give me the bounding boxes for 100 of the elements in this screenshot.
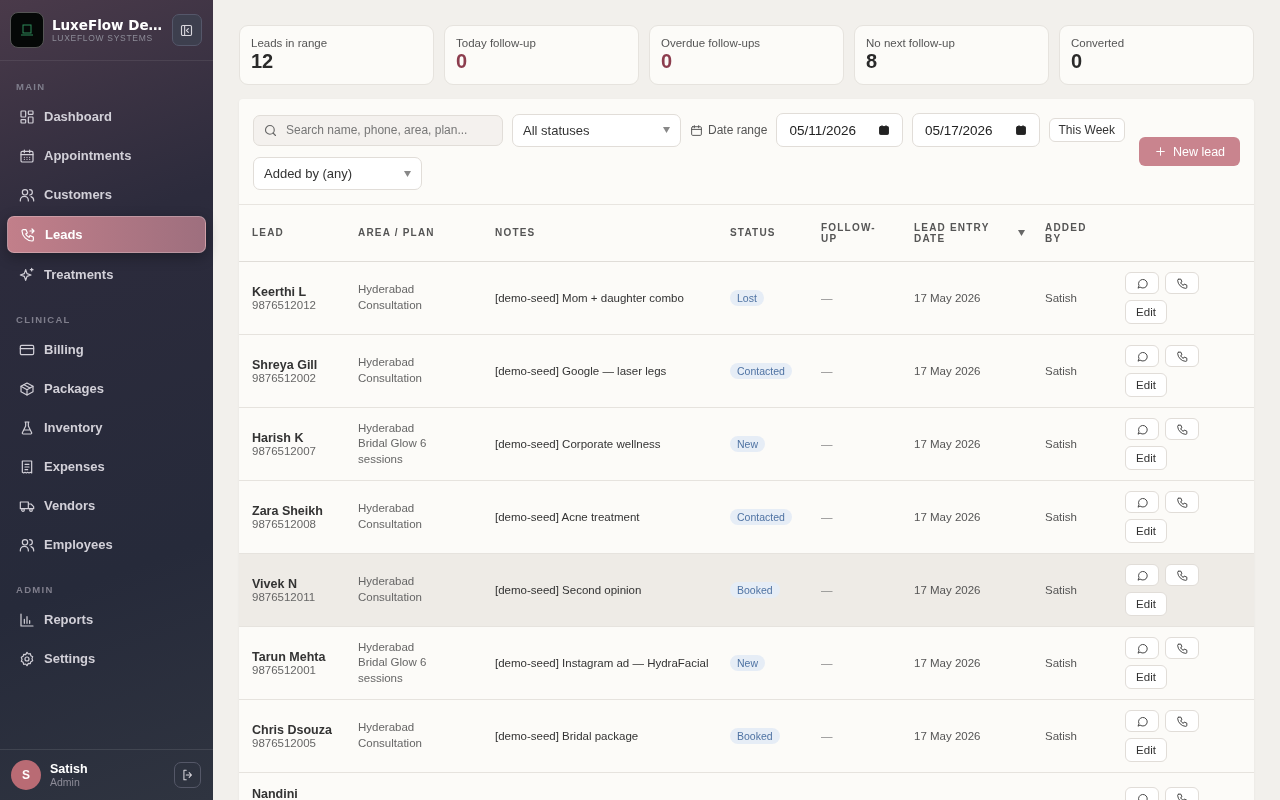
chat-bubble-icon [1135, 349, 1149, 363]
date-field[interactable]: 05/11/2026 [776, 113, 903, 147]
lead-phone: 9876512002 [252, 372, 317, 384]
added-by-dropdown[interactable]: Added by (any) [253, 157, 422, 190]
phone-icon [1175, 568, 1189, 582]
status-badge: Contacted [730, 363, 792, 379]
caret-icon [1018, 230, 1025, 236]
added-by-name: Satish [1045, 365, 1077, 377]
sidebar-item[interactable]: Settings [7, 641, 206, 676]
table-row[interactable]: Tarun Mehta 9876512001 Hyderabad Bridal Glow 6 sessions [demo-seed] Instagram ad — HydraFacial New — 17 May 2026 Satish Edit [239, 627, 1254, 700]
phone-icon [20, 226, 36, 243]
logout-button[interactable] [174, 762, 201, 788]
status-badge: New [730, 655, 765, 671]
edit-button[interactable]: Edit [1125, 592, 1167, 616]
section-heading: CLINICAL [15, 313, 72, 327]
sidebar-item[interactable]: Vendors [7, 488, 206, 523]
lead-plan: Consultation [358, 590, 423, 605]
message-button[interactable] [1125, 272, 1159, 294]
added-by-name: Satish [1045, 438, 1077, 450]
follow-up-date: — [821, 584, 833, 596]
lead-name: Keerthi L [252, 285, 308, 299]
user-role: Admin [50, 776, 81, 788]
call-button[interactable] [1165, 710, 1199, 732]
date-field[interactable]: 05/17/2026 [911, 113, 1040, 147]
edit-button[interactable]: Edit [1125, 300, 1167, 324]
follow-up-date: — [821, 730, 833, 742]
lead-notes: [demo-seed] Second opinion [495, 584, 642, 596]
collapse-sidebar-button[interactable] [171, 14, 202, 46]
sidebar-item[interactable]: Packages [7, 371, 206, 406]
this-week-button[interactable]: This Week [1048, 118, 1125, 142]
call-button[interactable] [1165, 345, 1199, 367]
column-header[interactable]: NOTES [495, 227, 730, 239]
sidebar-item[interactable]: Dashboard [7, 99, 206, 134]
sidebar-item[interactable]: Billing [7, 332, 206, 367]
stat-label: Overdue follow-ups [661, 37, 762, 49]
lead-plan: Bridal Glow 6 sessions [358, 436, 428, 467]
message-button[interactable] [1125, 491, 1159, 513]
column-header[interactable]: AREA / PLAN [358, 227, 495, 239]
lead-area: Hyderabad [358, 720, 495, 736]
status-dropdown[interactable]: All statuses [512, 113, 681, 147]
sidebar-item[interactable]: Inventory [7, 410, 206, 445]
lead-entry-date: 17 May 2026 [914, 584, 981, 596]
table-row[interactable]: Chris Dsouza 9876512005 Hyderabad Consultation [demo-seed] Bridal package Booked — 17 May 2026 Satish Edit [239, 700, 1254, 773]
sidebar-item[interactable]: Reports [7, 602, 206, 637]
lead-area: Hyderabad [358, 639, 495, 656]
column-header[interactable]: LEAD [239, 227, 358, 239]
message-button[interactable] [1125, 345, 1159, 367]
table-row[interactable]: Keerthi L 9876512012 Hyderabad Consultation [demo-seed] Mom + daughter combo Lost — 17 May 2026 Satish Edit [239, 262, 1254, 335]
added-by-name: Satish [1045, 292, 1077, 304]
table-row[interactable]: Nandini [239, 773, 1254, 800]
follow-up-date: — [821, 365, 833, 377]
bar-chart-icon [19, 611, 35, 628]
lead-plan: Bridal Glow 6 sessions [358, 655, 428, 686]
sidebar-item[interactable]: Treatments [7, 257, 206, 292]
chat-bubble-icon [1135, 568, 1149, 582]
edit-button[interactable]: Edit [1125, 738, 1167, 762]
column-header[interactable]: ADDED BY [1045, 221, 1125, 245]
message-button[interactable] [1125, 564, 1159, 586]
sidebar-item[interactable]: Customers [7, 177, 206, 212]
column-header[interactable]: LEAD ENTRY DATE [914, 221, 1045, 245]
chat-bubble-icon [1135, 714, 1149, 728]
stat-value: 0 [661, 50, 674, 73]
sidebar-item[interactable]: Appointments [7, 138, 206, 173]
edit-button[interactable]: Edit [1125, 665, 1167, 689]
sidebar-item[interactable]: Expenses [7, 449, 206, 484]
table-row[interactable]: Shreya Gill 9876512002 Hyderabad Consultation [demo-seed] Google — laser legs Contacted — 17 May 2026 Satish Edit [239, 335, 1254, 408]
call-button[interactable] [1165, 564, 1199, 586]
call-button[interactable] [1165, 491, 1199, 513]
column-header[interactable]: FOLLOW-UP [821, 221, 914, 245]
column-header[interactable]: STATUS [730, 227, 821, 239]
lead-notes: [demo-seed] Instagram ad — HydraFacial [495, 657, 709, 669]
call-button[interactable] [1165, 418, 1199, 440]
lead-area: Hyderabad [358, 574, 495, 590]
edit-button[interactable]: Edit [1125, 519, 1167, 543]
added-by-name: Satish [1045, 511, 1077, 523]
people-icon [19, 186, 35, 203]
table-row[interactable]: Harish K 9876512007 Hyderabad Bridal Glow 6 sessions [demo-seed] Corporate wellness New — 17 May 2026 Satish Edit [239, 408, 1254, 481]
receipt-icon [19, 458, 35, 475]
message-button[interactable] [1125, 418, 1159, 440]
message-button[interactable] [1125, 710, 1159, 732]
table-row[interactable]: Vivek N 9876512011 Hyderabad Consultation [demo-seed] Second opinion Booked — 17 May 2026 Satish Edit [239, 554, 1254, 627]
edit-button[interactable]: Edit [1125, 373, 1167, 397]
lead-phone: 9876512005 [252, 737, 317, 749]
chat-bubble-icon [1135, 276, 1149, 290]
message-button[interactable] [1125, 637, 1159, 659]
search-field[interactable]: Search name, phone, area, plan... [253, 114, 503, 146]
phone-icon [1175, 422, 1189, 436]
added-by-name: Satish [1045, 657, 1077, 669]
lead-phone: 9876512012 [252, 299, 317, 311]
call-button[interactable] [1165, 272, 1199, 294]
lead-entry-date: 17 May 2026 [914, 730, 981, 742]
lead-area: Hyderabad [358, 501, 495, 517]
call-button[interactable] [1165, 637, 1199, 659]
status-badge: Lost [730, 290, 764, 306]
edit-button[interactable]: Edit [1125, 446, 1167, 470]
plus-icon [1153, 145, 1167, 158]
logo-icon [10, 12, 44, 48]
user-avatar: S [11, 760, 41, 790]
stat-label: No next follow-up [866, 37, 956, 49]
sidebar-item[interactable]: Employees [7, 527, 206, 562]
